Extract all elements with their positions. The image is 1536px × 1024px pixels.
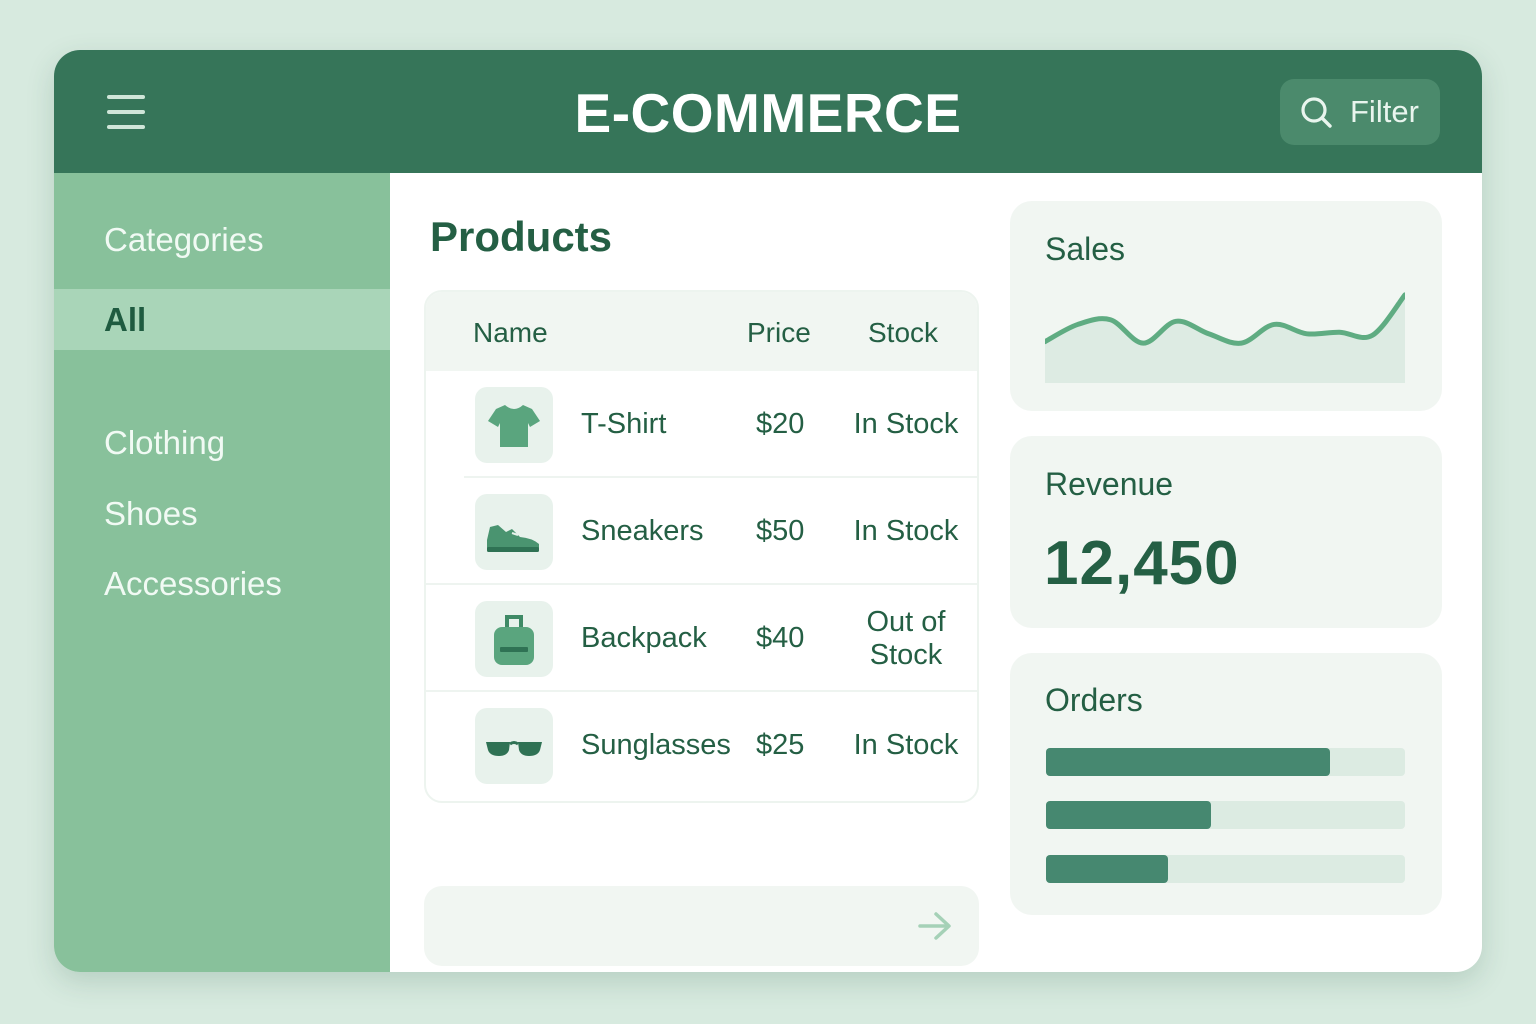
product-name: Sneakers	[581, 515, 704, 547]
product-price: $20	[756, 408, 805, 440]
revenue-title: Revenue	[1045, 466, 1174, 502]
sidebar-item-all[interactable]: All	[54, 289, 390, 350]
product-thumbnail	[475, 601, 553, 677]
product-stock: In Stock	[853, 729, 959, 761]
tshirt-icon	[488, 405, 540, 447]
sidebar: Categories All Clothing Shoes Accessorie…	[54, 173, 390, 972]
column-header-name[interactable]: Name	[473, 292, 548, 371]
product-price: $40	[756, 622, 805, 654]
product-price: $25	[756, 729, 805, 761]
products-title: Products	[430, 213, 613, 260]
orders-bar-track	[1046, 801, 1405, 829]
top-bar: E-COMMERCE Filter	[54, 50, 1482, 173]
sidebar-item-clothing[interactable]: Clothing	[54, 412, 390, 473]
sidebar-item-accessories[interactable]: Accessories	[54, 553, 390, 614]
sales-title: Sales	[1045, 231, 1126, 267]
product-stock: In Stock	[853, 515, 959, 547]
orders-title: Orders	[1045, 682, 1143, 718]
products-table: Name Price Stock T-Shirt $20 In Stock Sn…	[424, 290, 979, 803]
sidebar-item-shoes[interactable]: Shoes	[54, 483, 390, 544]
next-page-button[interactable]	[424, 886, 979, 966]
product-stock: In Stock	[853, 408, 959, 440]
hamburger-menu-icon[interactable]	[107, 95, 147, 129]
table-header: Name Price Stock	[426, 292, 977, 371]
arrow-right-icon	[918, 912, 951, 940]
table-row[interactable]: Sneakers $50 In Stock	[426, 478, 977, 585]
product-price: $50	[756, 515, 805, 547]
product-thumbnail	[475, 494, 553, 570]
product-thumbnail	[475, 387, 553, 463]
product-thumbnail	[475, 708, 553, 784]
sales-sparkline	[1045, 292, 1405, 383]
orders-bar-track	[1046, 748, 1405, 776]
backpack-icon	[494, 615, 534, 665]
product-stock: Out of Stock	[866, 605, 946, 671]
main-content: Products Name Price Stock T-Shirt $20 In…	[390, 173, 1482, 972]
product-name: T-Shirt	[581, 408, 667, 440]
table-row[interactable]: Sunglasses $25 In Stock	[426, 692, 977, 799]
filter-button[interactable]: Filter	[1280, 79, 1440, 145]
product-name: Backpack	[581, 622, 707, 654]
table-row[interactable]: Backpack $40 Out of Stock	[426, 585, 977, 692]
revenue-value: 12,450	[1044, 529, 1240, 598]
revenue-card: Revenue 12,450	[1010, 436, 1442, 628]
column-header-price[interactable]: Price	[747, 292, 811, 371]
orders-bar	[1046, 855, 1169, 883]
table-row[interactable]: T-Shirt $20 In Stock	[426, 371, 977, 478]
sidebar-heading: Categories	[104, 221, 264, 258]
search-icon	[1301, 97, 1332, 128]
orders-card: Orders	[1010, 653, 1442, 915]
app-window: E-COMMERCE Filter Categories All Clothin…	[54, 50, 1482, 972]
product-name: Sunglasses	[581, 729, 731, 761]
app-title: E-COMMERCE	[574, 82, 962, 144]
sneaker-icon	[487, 525, 539, 552]
column-header-stock[interactable]: Stock	[868, 292, 938, 371]
sales-card: Sales	[1010, 201, 1442, 411]
orders-bar	[1046, 748, 1330, 776]
orders-bar-track	[1046, 855, 1405, 883]
filter-label: Filter	[1350, 94, 1419, 129]
sunglasses-icon	[486, 741, 542, 756]
orders-bar	[1046, 801, 1212, 829]
